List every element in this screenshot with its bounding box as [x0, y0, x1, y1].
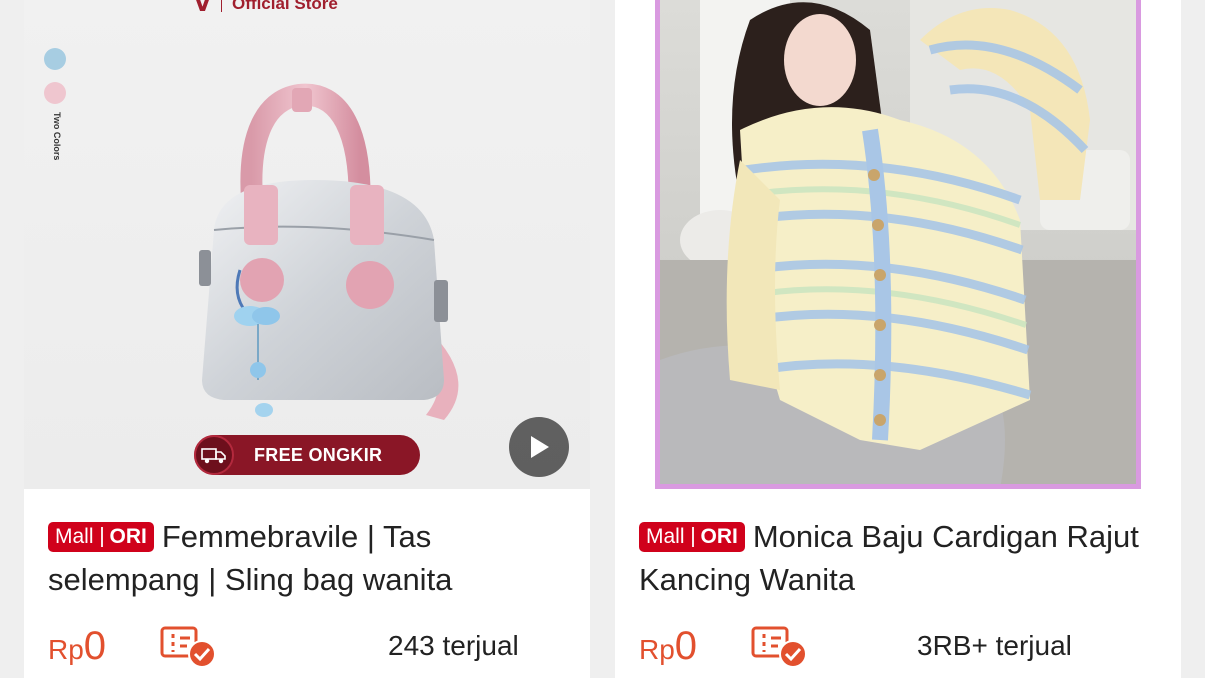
price-row-2: Rp0 3RB+ terjual: [639, 620, 1159, 670]
brand-logo: V: [194, 0, 212, 17]
play-icon: [531, 436, 549, 458]
product-card-2[interactable]: Mall ORI Monica Baju Cardigan Rajut Kanc…: [615, 0, 1181, 678]
free-shipping-badge: FREE ONGKIR: [194, 435, 420, 475]
store-header: V Official Store: [194, 0, 338, 17]
swatch-pink: [44, 82, 66, 104]
price-row-1: Rp0 243 terjual: [48, 620, 568, 670]
voucher-check-icon: [160, 626, 216, 668]
sold-count: 3RB+ terjual: [917, 630, 1072, 661]
play-video-button[interactable]: [509, 417, 569, 477]
price: Rp0: [48, 624, 107, 668]
free-shipping-label: FREE ONGKIR: [254, 444, 383, 465]
mall-ori-badge: Mall ORI: [639, 521, 745, 552]
cardigan-model-photo: [660, 0, 1136, 484]
voucher-check-icon: [751, 626, 807, 668]
product-card-1[interactable]: V Official Store Two Colors FREE ONGKIR …: [24, 0, 590, 678]
color-swatches: [44, 48, 66, 104]
product-image-1[interactable]: V Official Store Two Colors FREE ONGKIR: [24, 0, 590, 489]
price: Rp0: [639, 624, 698, 668]
truck-icon: [194, 435, 234, 475]
mall-ori-badge: Mall ORI: [48, 521, 154, 552]
swatch-blue: [44, 48, 66, 70]
sold-count: 243 terjual: [388, 630, 519, 661]
store-divider: [221, 0, 223, 12]
product-title-1[interactable]: Mall ORI Femmebravile | Tas selempang | …: [48, 515, 568, 601]
product-grid: V Official Store Two Colors FREE ONGKIR …: [0, 0, 1205, 678]
two-colors-label: Two Colors: [52, 112, 62, 161]
official-store-label: Official Store: [232, 0, 338, 13]
cardigan-photo-frame: [655, 0, 1141, 489]
product-title-2[interactable]: Mall ORI Monica Baju Cardigan Rajut Kanc…: [639, 515, 1159, 601]
sling-bag-illustration: [199, 83, 459, 420]
product-image-2[interactable]: [615, 0, 1181, 489]
